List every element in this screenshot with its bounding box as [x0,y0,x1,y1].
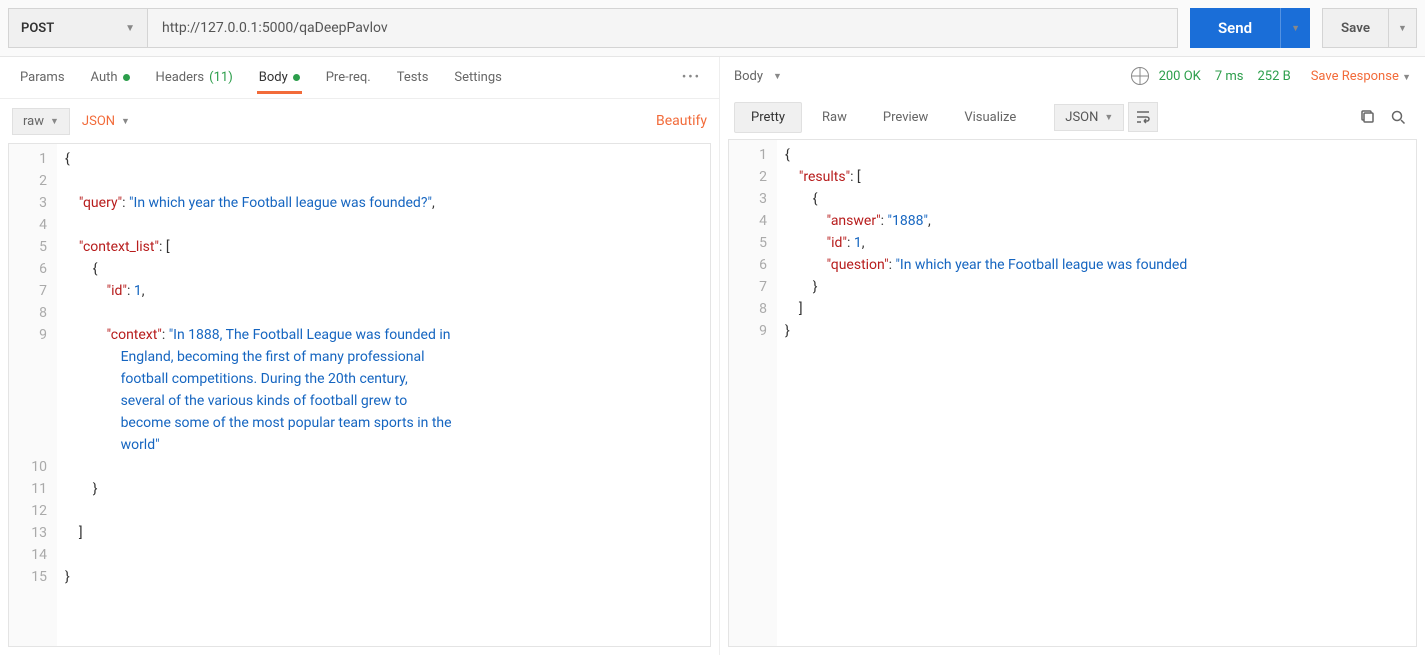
tab-headers[interactable]: Headers (11) [144,62,245,93]
response-header: Body ▼ 200 OK 7 ms 252 B Save Response ▼ [720,57,1425,95]
tab-params[interactable]: Params [8,62,77,93]
response-size: 252 B [1257,69,1290,84]
chevron-down-icon: ▼ [1104,112,1113,123]
chevron-down-icon: ▼ [125,23,135,34]
code-content[interactable]: { "query": "In which year the Football l… [57,144,710,646]
body-format-select[interactable]: JSON▼ [82,114,130,129]
method-select[interactable]: POST ▼ [8,8,148,48]
status-dot-icon [293,74,300,81]
tab-body[interactable]: Body [247,62,312,93]
search-icon[interactable] [1385,104,1411,130]
chevron-down-icon: ▼ [773,71,782,82]
response-panel: Body▼ 200 OK 7 ms 252 B Save Response ▼ … [720,57,1425,655]
request-body-editor[interactable]: 123456789101112131415 { "query": "In whi… [8,143,711,647]
tab-settings[interactable]: Settings [442,62,513,93]
save-dropdown[interactable]: ▼ [1389,8,1417,48]
tab-prereq[interactable]: Pre-req. [314,62,383,93]
response-tabs: Pretty Raw Preview Visualize JSON▼ [720,95,1425,139]
save-button[interactable]: Save [1322,8,1389,48]
response-time: 7 ms [1215,69,1244,84]
copy-icon[interactable] [1355,104,1381,130]
request-panel: Params Auth Headers (11) Body Pre-req. T… [0,57,720,655]
wrap-lines-icon[interactable] [1128,102,1158,132]
tab-more-icon[interactable]: ••• [672,70,711,85]
chevron-down-icon: ▼ [1291,23,1300,34]
send-dropdown[interactable]: ▼ [1280,8,1310,48]
chevron-down-icon: ▼ [121,116,130,127]
chevron-down-icon: ▼ [1398,23,1407,34]
chevron-down-icon: ▼ [1402,73,1411,83]
chevron-down-icon: ▼ [50,116,59,127]
line-gutter: 123456789101112131415 [9,144,57,646]
url-input[interactable]: http://127.0.0.1:5000/qaDeepPavlov [148,8,1178,48]
globe-icon[interactable] [1131,67,1149,85]
response-section-label[interactable]: Body [734,69,763,84]
method-label: POST [21,21,54,36]
send-button[interactable]: Send [1190,8,1280,48]
response-format-select[interactable]: JSON▼ [1054,104,1124,131]
tab-tests[interactable]: Tests [385,62,441,93]
resp-tab-pretty[interactable]: Pretty [734,102,802,133]
resp-tab-raw[interactable]: Raw [806,103,863,132]
code-content: { "results": [ { "answer": "1888", "id":… [777,140,1416,646]
url-value: http://127.0.0.1:5000/qaDeepPavlov [162,20,388,36]
beautify-button[interactable]: Beautify [656,113,707,129]
resp-tab-preview[interactable]: Preview [867,103,944,132]
resp-tab-visualize[interactable]: Visualize [948,103,1032,132]
request-body-toolbar: raw▼ JSON▼ Beautify [0,99,719,143]
request-tabs: Params Auth Headers (11) Body Pre-req. T… [0,57,719,99]
status-dot-icon [123,74,130,81]
response-status: 200 OK 7 ms 252 B [1159,69,1291,84]
response-body-viewer[interactable]: 123456789 { "results": [ { "answer": "18… [728,139,1417,647]
request-bar: POST ▼ http://127.0.0.1:5000/qaDeepPavlo… [0,0,1425,57]
tab-auth[interactable]: Auth [79,62,142,93]
body-mode-select[interactable]: raw▼ [12,108,70,135]
status-code: 200 OK [1159,69,1201,84]
line-gutter: 123456789 [729,140,777,646]
save-response-button[interactable]: Save Response ▼ [1311,69,1411,84]
